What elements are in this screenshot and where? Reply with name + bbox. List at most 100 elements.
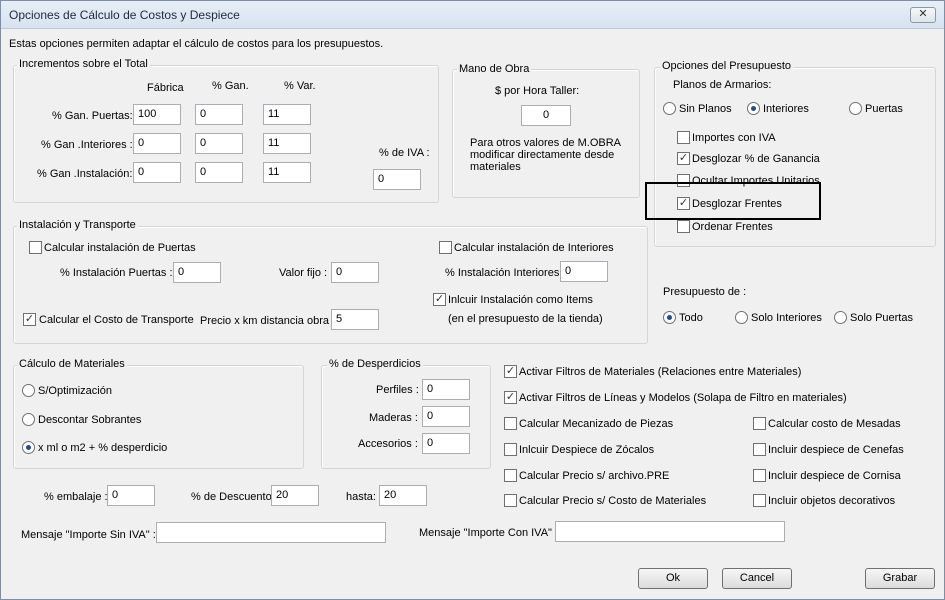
ok-button[interactable]: Ok <box>638 568 708 589</box>
pct-instalacion-puertas-input[interactable]: 0 <box>173 262 221 283</box>
mano-obra-note-2: modificar directamente desde <box>470 149 615 161</box>
checkbox-importes-iva[interactable] <box>677 131 690 144</box>
radio-desperdicio-label[interactable]: x ml o m2 + % desperdicio <box>38 442 167 454</box>
radio-interiores[interactable] <box>747 102 760 115</box>
checkbox-calc-interiores-label[interactable]: Calcular instalación de Interiores <box>454 242 614 254</box>
checkbox-precio-costo[interactable] <box>504 494 517 507</box>
presupuesto-de-label: Presupuesto de : <box>663 286 747 298</box>
checkbox-importes-iva-label[interactable]: Importes con IVA <box>692 132 776 144</box>
msg-sin-iva-input[interactable] <box>156 522 386 543</box>
checkbox-mesadas[interactable] <box>753 417 766 430</box>
gan-puertas-gan-input[interactable]: 0 <box>195 104 243 125</box>
hora-taller-label: $ por Hora Taller: <box>495 85 580 97</box>
window-title: Opciones de Cálculo de Costos y Despiece <box>9 8 240 22</box>
radio-solo-puertas[interactable] <box>834 311 847 324</box>
planos-armarios-label: Planos de Armarios: <box>673 79 772 91</box>
hora-taller-input[interactable]: 0 <box>521 105 571 126</box>
hasta-input[interactable]: 20 <box>379 485 427 506</box>
checkbox-ordenar-frentes-label[interactable]: Ordenar Frentes <box>692 221 773 233</box>
gan-interiores-label: % Gan .Interiores : <box>41 139 133 151</box>
checkbox-calc-transporte-label[interactable]: Calcular el Costo de Transporte <box>39 314 194 326</box>
accesorios-input[interactable]: 0 <box>422 433 470 454</box>
gan-instalacion-fabrica-input[interactable]: 0 <box>133 162 181 183</box>
checkbox-incluir-items[interactable]: ✓ <box>433 293 446 306</box>
checkbox-mecanizado-label[interactable]: Calcular Mecanizado de Piezas <box>519 418 673 430</box>
checkbox-cenefas[interactable] <box>753 443 766 456</box>
checkbox-incluir-items-label[interactable]: Inlcuir Instalación como Items <box>448 294 593 306</box>
precio-km-input[interactable]: 5 <box>331 309 379 330</box>
radio-descontar-sobrantes-label[interactable]: Descontar Sobrantes <box>38 414 141 426</box>
instalacion-group-label: Instalación y Transporte <box>17 219 138 231</box>
mano-obra-note-1: Para otros valores de M.OBRA <box>470 137 622 149</box>
descuento-input[interactable]: 20 <box>271 485 319 506</box>
incluir-items-note: (en el presupuesto de la tienda) <box>448 313 603 325</box>
gan-instalacion-gan-input[interactable]: 0 <box>195 162 243 183</box>
perfiles-input[interactable]: 0 <box>422 379 470 400</box>
checkbox-calc-puertas[interactable] <box>29 241 42 254</box>
pct-instalacion-interiores-input[interactable]: 0 <box>560 261 608 282</box>
mano-obra-group-label: Mano de Obra <box>457 63 532 75</box>
gan-puertas-fabrica-input[interactable]: 100 <box>133 104 181 125</box>
checkbox-precio-costo-label[interactable]: Calcular Precio s/ Costo de Materiales <box>519 495 706 507</box>
checkbox-ordenar-frentes[interactable] <box>677 220 690 233</box>
radio-solo-puertas-label[interactable]: Solo Puertas <box>850 312 913 324</box>
valor-fijo-label: Valor fijo : <box>279 267 328 279</box>
radio-todo-label[interactable]: Todo <box>679 312 703 324</box>
radio-puertas[interactable] <box>849 102 862 115</box>
radio-sin-planos[interactable] <box>663 102 676 115</box>
radio-sin-planos-label[interactable]: Sin Planos <box>679 103 732 115</box>
cancel-button[interactable]: Cancel <box>722 568 792 589</box>
gan-interiores-fabrica-input[interactable]: 0 <box>133 133 181 154</box>
title-bar: Opciones de Cálculo de Costos y Despiece… <box>1 1 944 29</box>
msg-con-iva-label: Mensaje "Importe Con IVA" : <box>419 527 559 539</box>
checkbox-activar-filtros-materiales-label[interactable]: Activar Filtros de Materiales (Relacione… <box>519 366 801 378</box>
checkbox-mesadas-label[interactable]: Calcular costo de Mesadas <box>768 418 901 430</box>
iva-input[interactable]: 0 <box>373 169 421 190</box>
checkbox-calc-interiores[interactable] <box>439 241 452 254</box>
checkbox-zocalos[interactable] <box>504 443 517 456</box>
checkbox-calc-transporte[interactable]: ✓ <box>23 313 36 326</box>
checkbox-desglozar-ganancia[interactable]: ✓ <box>677 152 690 165</box>
gan-instalacion-var-input[interactable]: 11 <box>263 162 311 183</box>
gan-interiores-gan-input[interactable]: 0 <box>195 133 243 154</box>
checkbox-precio-pre[interactable] <box>504 469 517 482</box>
checkbox-cornisa[interactable] <box>753 469 766 482</box>
checkbox-activar-filtros-lineas-label[interactable]: Activar Filtros de Líneas y Modelos (Sol… <box>519 392 847 404</box>
radio-sin-optimizacion[interactable] <box>22 384 35 397</box>
checkbox-cenefas-label[interactable]: Incluir despiece de Cenefas <box>768 444 904 456</box>
checkbox-mecanizado[interactable] <box>504 417 517 430</box>
checkbox-activar-filtros-materiales[interactable]: ✓ <box>504 365 517 378</box>
radio-desperdicio[interactable] <box>22 441 35 454</box>
gan-puertas-label: % Gan. Puertas: <box>52 110 133 122</box>
checkbox-decorativos-label[interactable]: Incluir objetos decorativos <box>768 495 895 507</box>
maderas-input[interactable]: 0 <box>422 406 470 427</box>
gan-puertas-var-input[interactable]: 11 <box>263 104 311 125</box>
radio-todo[interactable] <box>663 311 676 324</box>
accesorios-label: Accesorios : <box>358 438 418 450</box>
checkbox-zocalos-label[interactable]: Inlcuir Despiece de Zócalos <box>519 444 654 456</box>
msg-sin-iva-label: Mensaje "Importe Sin IVA" : <box>21 529 156 541</box>
descuento-label: % de Descuento: <box>191 491 275 503</box>
checkbox-decorativos[interactable] <box>753 494 766 507</box>
radio-solo-interiores[interactable] <box>735 311 748 324</box>
valor-fijo-input[interactable]: 0 <box>331 262 379 283</box>
radio-interiores-label[interactable]: Interiores <box>763 103 809 115</box>
opciones-presupuesto-group-label: Opciones del Presupuesto <box>660 60 794 72</box>
checkbox-cornisa-label[interactable]: Incluir despiece de Cornisa <box>768 470 901 482</box>
close-button[interactable]: ✕ <box>910 7 936 23</box>
precio-km-label: Precio x km distancia obra : <box>200 315 336 327</box>
gan-interiores-var-input[interactable]: 11 <box>263 133 311 154</box>
pct-instalacion-interiores-label: % Instalación Interiores : <box>445 267 566 279</box>
checkbox-activar-filtros-lineas[interactable]: ✓ <box>504 391 517 404</box>
radio-puertas-label[interactable]: Puertas <box>865 103 903 115</box>
radio-solo-interiores-label[interactable]: Solo Interiores <box>751 312 822 324</box>
radio-sin-optimizacion-label[interactable]: S/Optimización <box>38 385 112 397</box>
embalaje-input[interactable]: 0 <box>107 485 155 506</box>
radio-descontar-sobrantes[interactable] <box>22 413 35 426</box>
msg-con-iva-input[interactable] <box>555 521 785 542</box>
checkbox-precio-pre-label[interactable]: Calcular Precio s/ archivo.PRE <box>519 470 669 482</box>
checkbox-calc-puertas-label[interactable]: Calcular instalación de Puertas <box>44 242 196 254</box>
grabar-button[interactable]: Grabar <box>865 568 935 589</box>
checkbox-desglozar-ganancia-label[interactable]: Desglozar % de Ganancia <box>692 153 820 165</box>
hasta-label: hasta: <box>346 491 376 503</box>
